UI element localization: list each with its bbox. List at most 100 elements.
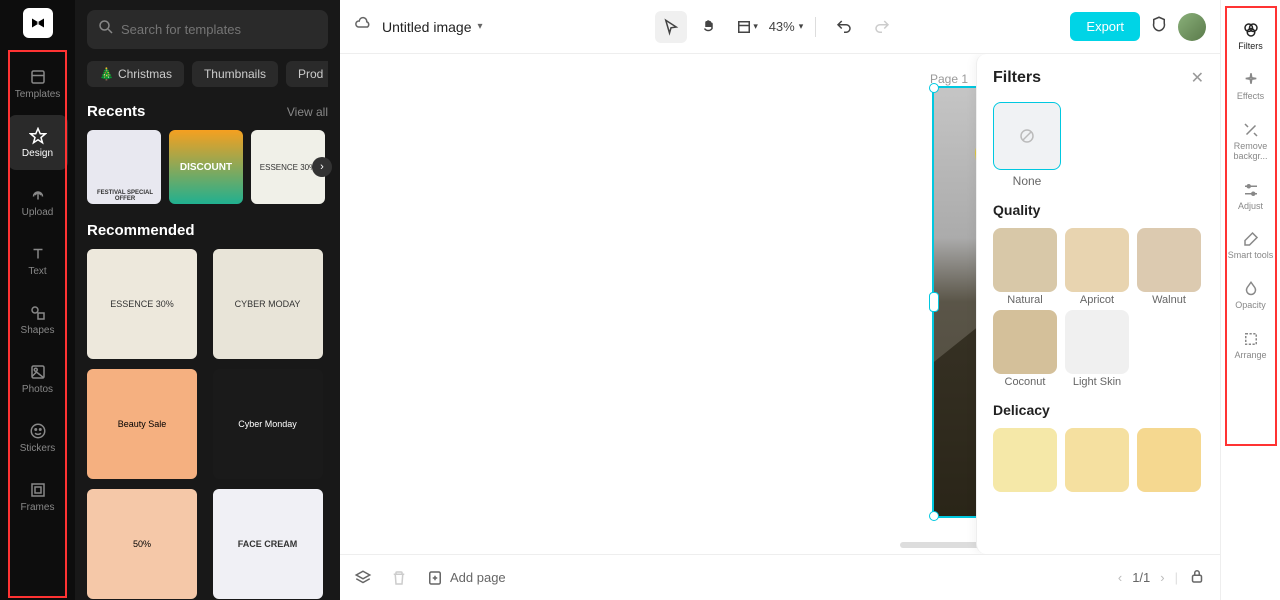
template-thumb[interactable]: Cyber Monday	[213, 369, 323, 479]
search-box[interactable]	[87, 10, 328, 49]
filter-apricot[interactable]: Apricot	[1065, 228, 1129, 306]
arrange-icon	[1241, 329, 1261, 349]
recents-row: FESTIVAL SPECIAL OFFER DISCOUNT ESSENCE …	[87, 130, 328, 204]
photos-icon	[28, 362, 48, 382]
resize-handle-bl[interactable]	[929, 511, 939, 521]
user-avatar[interactable]	[1178, 13, 1206, 41]
filter-row: Coconut Light Skin	[993, 310, 1204, 388]
add-page-button[interactable]: Add page	[426, 569, 506, 587]
document-title[interactable]: Untitled image	[382, 19, 472, 35]
close-icon[interactable]: ✕	[1191, 68, 1204, 88]
rail-design[interactable]: Design	[8, 115, 68, 170]
filter-light-skin[interactable]: Light Skin	[1065, 310, 1129, 388]
remove-bg-icon	[1241, 120, 1261, 140]
chip-christmas[interactable]: 🎄Christmas	[87, 61, 184, 87]
logo-icon	[29, 14, 47, 32]
rail-text[interactable]: Text	[8, 233, 68, 288]
filter-walnut[interactable]: Walnut	[1137, 228, 1201, 306]
delete-button[interactable]	[390, 569, 408, 587]
filter-delicacy-2[interactable]	[1065, 428, 1129, 494]
hand-tool[interactable]	[693, 11, 725, 43]
filters-icon	[1241, 20, 1261, 40]
filters-panel: Filters ✕ None Quality Natural Apricot W…	[976, 54, 1220, 554]
rail-stickers[interactable]: Stickers	[8, 410, 68, 465]
select-tool[interactable]	[655, 11, 687, 43]
redo-button[interactable]	[866, 11, 898, 43]
templates-icon	[28, 67, 48, 87]
filter-row	[993, 428, 1204, 494]
prev-page[interactable]: ‹	[1118, 570, 1122, 585]
rail-photos[interactable]: Photos	[8, 351, 68, 406]
recommended-header: Recommended	[87, 222, 328, 239]
template-thumb[interactable]: FESTIVAL SPECIAL OFFER	[87, 130, 161, 204]
shield-icon[interactable]	[1150, 15, 1168, 38]
export-button[interactable]: Export	[1070, 12, 1140, 41]
carousel-next[interactable]: ›	[312, 157, 332, 177]
title-dropdown[interactable]: ▾	[478, 21, 483, 32]
stickers-icon	[28, 421, 48, 441]
template-thumb[interactable]: 50%	[87, 489, 197, 599]
canvas-area: Page 1 CapCut	[340, 54, 1220, 554]
rail-label: Design	[22, 148, 53, 159]
recents-header: Recents View all	[87, 103, 328, 120]
rr-opacity[interactable]: Opacity	[1227, 273, 1275, 317]
filter-natural[interactable]: Natural	[993, 228, 1057, 306]
page-navigator: ‹ 1/1 › |	[1118, 567, 1206, 588]
chip-product[interactable]: Prod	[286, 61, 328, 87]
search-input[interactable]	[121, 22, 318, 37]
filter-none-label: None	[993, 174, 1061, 188]
rail-frames[interactable]: Frames	[8, 469, 68, 524]
layers-button[interactable]	[354, 569, 372, 587]
templates-sidebar: 🎄Christmas Thumbnails Prod Recents View …	[75, 0, 340, 600]
rail-label: Upload	[22, 207, 54, 218]
cloud-icon[interactable]	[354, 15, 372, 38]
lock-button[interactable]	[1188, 567, 1206, 588]
smart-tools-icon	[1241, 229, 1261, 249]
rail-upload[interactable]: Upload	[8, 174, 68, 229]
rr-adjust[interactable]: Adjust	[1227, 174, 1275, 218]
rr-filters[interactable]: Filters	[1227, 14, 1275, 58]
rr-label: Adjust	[1238, 202, 1263, 212]
rr-smart-tools[interactable]: Smart tools	[1227, 223, 1275, 267]
divider	[815, 17, 816, 37]
frames-icon	[28, 480, 48, 500]
resize-tool[interactable]: ▾	[731, 11, 763, 43]
resize-handle-l[interactable]	[929, 292, 939, 312]
rail-label: Templates	[15, 89, 61, 100]
filter-delicacy-3[interactable]	[1137, 428, 1201, 494]
bottom-bar: Add page ‹ 1/1 › |	[340, 554, 1220, 600]
recents-view-all[interactable]: View all	[287, 105, 328, 119]
next-page[interactable]: ›	[1160, 570, 1164, 585]
resize-handle-tl[interactable]	[929, 83, 939, 93]
rail-label: Stickers	[20, 443, 56, 454]
filter-delicacy-1[interactable]	[993, 428, 1057, 494]
template-thumb[interactable]: Beauty Sale	[87, 369, 197, 479]
rr-arrange[interactable]: Arrange	[1227, 323, 1275, 367]
filter-coconut[interactable]: Coconut	[993, 310, 1057, 388]
template-thumb[interactable]: FACE CREAM	[213, 489, 323, 599]
rail-templates[interactable]: Templates	[8, 56, 68, 111]
app-logo[interactable]	[23, 8, 53, 38]
topbar-tools: ▾ 43% ▾	[655, 11, 899, 43]
recommended-title: Recommended	[87, 222, 195, 239]
zoom-control[interactable]: 43% ▾	[769, 19, 804, 34]
design-icon	[28, 126, 48, 146]
rr-effects[interactable]: Effects	[1227, 64, 1275, 108]
filters-title: Filters	[993, 69, 1041, 87]
template-thumb[interactable]: DISCOUNT	[169, 130, 243, 204]
rr-label: Filters	[1238, 42, 1263, 52]
rr-label: Remove backgr...	[1227, 142, 1275, 162]
template-thumb[interactable]: ESSENCE 30%	[87, 249, 197, 359]
undo-button[interactable]	[828, 11, 860, 43]
rr-remove-bg[interactable]: Remove backgr...	[1227, 114, 1275, 168]
main-area: Untitled image ▾ ▾ 43% ▾ Export Page 1	[340, 0, 1220, 600]
rail-shapes[interactable]: Shapes	[8, 292, 68, 347]
template-thumb[interactable]: CYBER MODAY	[213, 249, 323, 359]
rr-label: Arrange	[1234, 351, 1266, 361]
filter-none[interactable]	[993, 102, 1061, 170]
chip-thumbnails[interactable]: Thumbnails	[192, 61, 278, 87]
category-chips: 🎄Christmas Thumbnails Prod	[87, 61, 328, 87]
topbar-right: Export	[1070, 12, 1206, 41]
left-rail: Templates Design Upload Text Shapes Phot…	[0, 0, 75, 600]
effects-icon	[1241, 70, 1261, 90]
